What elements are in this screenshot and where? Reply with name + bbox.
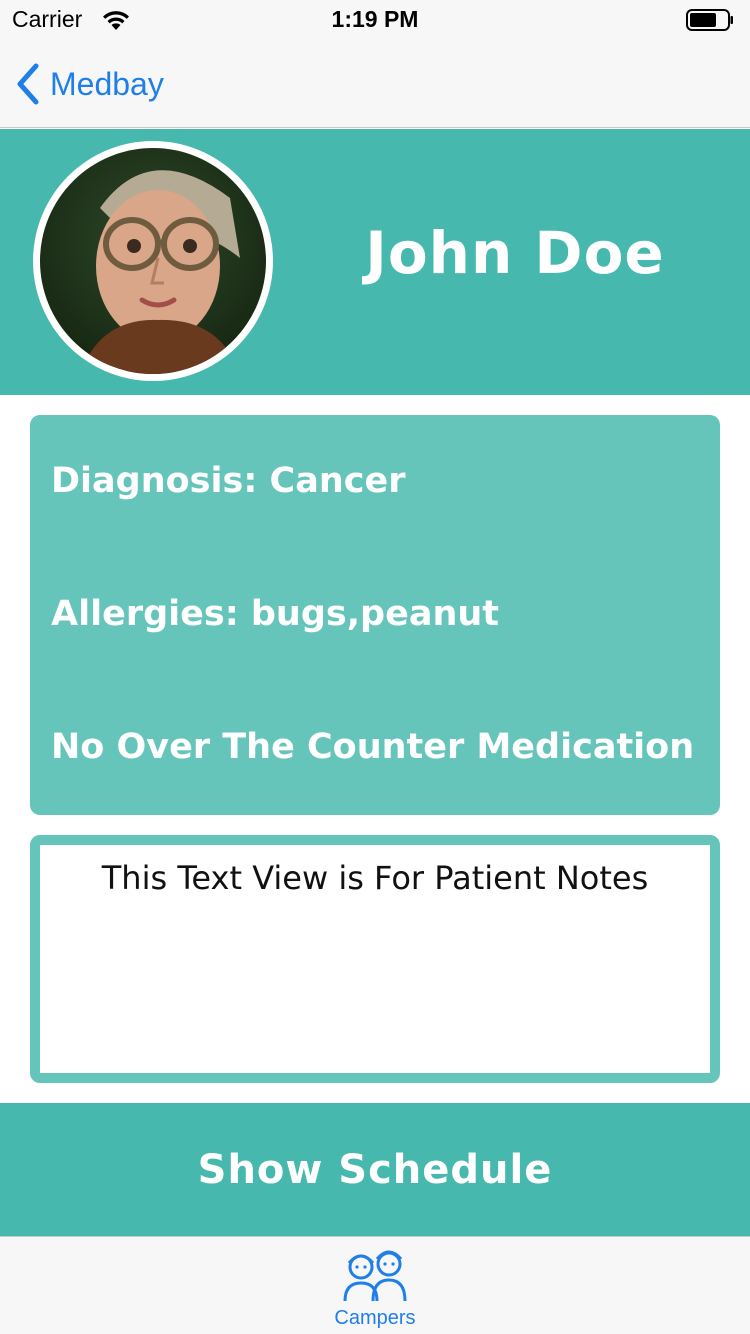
child-portrait-icon	[40, 148, 266, 374]
back-button[interactable]: Medbay	[14, 60, 164, 108]
back-label: Medbay	[50, 65, 164, 102]
patient-photo	[40, 148, 266, 374]
patient-notes-textview[interactable]: This Text View is For Patient Notes	[30, 835, 720, 1083]
chevron-left-icon	[17, 63, 39, 105]
patient-header: John Doe	[0, 129, 750, 395]
tab-campers[interactable]: Campers	[315, 1247, 435, 1333]
patient-name: John Doe	[365, 219, 665, 287]
status-bar: Carrier 1:19 PM	[0, 0, 750, 40]
show-schedule-label: Show Schedule	[197, 1146, 553, 1193]
status-time: 1:19 PM	[331, 6, 419, 32]
diagnosis-label: Diagnosis: Cancer	[51, 461, 406, 501]
battery-icon	[686, 9, 733, 31]
tab-campers-label: Campers	[334, 1307, 416, 1329]
patient-info-card: Diagnosis: Cancer Allergies: bugs,peanut…	[30, 415, 720, 815]
show-schedule-button[interactable]: Show Schedule	[0, 1103, 750, 1236]
nav-bar: Medbay	[0, 40, 750, 128]
patient-notes-text: This Text View is For Patient Notes	[101, 859, 649, 897]
campers-icon	[343, 1250, 407, 1302]
allergies-label: Allergies: bugs,peanut	[51, 594, 500, 634]
tab-bar: Campers	[0, 1236, 750, 1334]
medication-label: No Over The Counter Medication	[51, 727, 695, 767]
avatar	[33, 141, 273, 381]
